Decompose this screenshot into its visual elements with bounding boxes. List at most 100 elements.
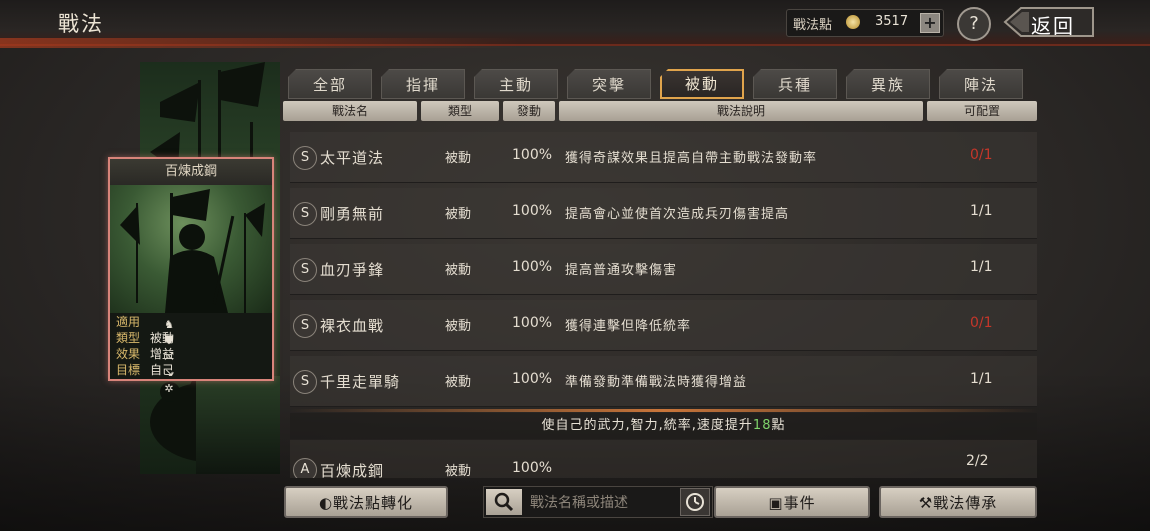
grade-badge: S — [293, 314, 317, 338]
tactic-type: 被動 — [445, 375, 472, 390]
tactic-rate: 100% — [512, 460, 553, 476]
tab-active[interactable]: 主動 — [474, 69, 558, 99]
selected-desc-text: 使自己的武力,智力,統率,速度提升 — [541, 418, 753, 433]
card-key: 目標 — [116, 363, 141, 377]
tactic-count: 1/1 — [970, 203, 993, 219]
tactic-desc: 提高會心並使首次造成兵刃傷害提高 — [565, 207, 790, 222]
tactic-category-tabs: 全部 指揮 主動 突擊 被動 兵種 異族 陣法 — [288, 69, 1038, 99]
tactic-name: 剛勇無前 — [320, 205, 385, 223]
grade-badge: S — [293, 202, 317, 226]
tactic-count: 2/2 — [966, 453, 989, 469]
tactic-rate: 100% — [512, 315, 553, 331]
grade-badge: S — [293, 370, 317, 394]
page-title: 戰法 — [58, 12, 104, 36]
tab-assault[interactable]: 突擊 — [567, 69, 651, 99]
card-row-target: 目標 自己 — [116, 362, 174, 378]
tactic-type: 被動 — [445, 207, 472, 222]
column-header-rate[interactable]: 發動 — [503, 101, 555, 121]
points-value: 3517 — [875, 14, 909, 29]
selected-tactic-card: 百煉成鋼 適用 ♞⛊⤲↘✲ 類型 被動 效果 增益 目標 自己 — [108, 157, 274, 395]
tactic-rate: 100% — [512, 147, 553, 163]
tactic-list: S 太平道法 被動 100% 獲得奇謀效果且提高自帶主動戰法發動率 0/1 S … — [290, 132, 1037, 410]
tactic-rate: 100% — [512, 371, 553, 387]
tab-command[interactable]: 指揮 — [381, 69, 465, 99]
tab-all[interactable]: 全部 — [288, 69, 372, 99]
tactic-row[interactable]: S 千里走單騎 被動 100% 準備發動準備戰法時獲得增益 1/1 — [290, 356, 1037, 407]
search-box — [483, 486, 713, 518]
convert-icon: ◐ — [318, 494, 334, 512]
tactic-desc: 獲得奇謀效果且提高自帶主動戰法發動率 — [565, 151, 818, 166]
tab-troop[interactable]: 兵種 — [753, 69, 837, 99]
history-button[interactable] — [680, 488, 710, 516]
tactic-type: 被動 — [445, 151, 472, 166]
card-row-applies: 適用 ♞⛊⤲↘✲ — [116, 314, 174, 395]
tab-formation[interactable]: 陣法 — [939, 69, 1023, 99]
tactic-type: 被動 — [445, 464, 472, 478]
selected-tactic-row[interactable]: A 百煉成鋼 被動 100% 2/2 — [290, 440, 1037, 478]
column-header-name[interactable]: 戰法名 — [283, 101, 417, 121]
card-row-effect: 效果 增益 — [116, 346, 174, 362]
tactic-desc: 提高普通攻擊傷害 — [565, 263, 678, 278]
wheel-icon: ✲ — [164, 382, 174, 395]
card-info-panel: 適用 ♞⛊⤲↘✲ 類型 被動 效果 增益 目標 自己 — [110, 313, 272, 395]
inherit-tactic-button[interactable]: ⚒戰法傳承 — [879, 486, 1037, 518]
tactic-name: 裸衣血戰 — [320, 317, 385, 335]
tactic-name: 百煉成鋼 — [320, 462, 385, 478]
tactic-name: 千里走單騎 — [320, 373, 401, 391]
convert-label: 戰法點轉化 — [333, 494, 414, 512]
tab-passive[interactable]: 被動 — [660, 69, 744, 99]
banner-bottom-artwork — [196, 376, 280, 474]
top-bar-glow — [0, 38, 520, 48]
tactic-row[interactable]: S 裸衣血戰 被動 100% 獲得連擊但降低統率 0/1 — [290, 300, 1037, 351]
card-key: 效果 — [116, 347, 141, 361]
card-key: 類型 — [116, 331, 141, 345]
coin-icon — [846, 15, 860, 29]
tactic-desc: 獲得連擊但降低統率 — [565, 319, 692, 334]
events-button[interactable]: ▣事件 — [714, 486, 870, 518]
tactic-count: 0/1 — [970, 315, 993, 331]
help-button[interactable]: ? — [957, 7, 991, 41]
bottom-toolbar: ◐戰法點轉化 ▣事件 ⚒戰法傳承 — [0, 478, 1150, 531]
tactic-type: 被動 — [445, 319, 472, 334]
warrior-silhouette-icon — [120, 189, 265, 313]
table-header: 戰法名 類型 發動 戰法說明 可配置 — [283, 101, 1037, 121]
card-value: 增益 — [150, 347, 175, 361]
selection-divider — [290, 409, 1037, 412]
search-button[interactable] — [486, 489, 522, 515]
tactic-count: 1/1 — [970, 371, 993, 387]
selected-desc-number: 18 — [752, 418, 772, 433]
points-label: 戰法點 — [793, 18, 833, 33]
selected-desc-suffix: 點 — [771, 418, 786, 433]
tactic-rate: 100% — [512, 203, 553, 219]
tactic-row[interactable]: S 剛勇無前 被動 100% 提高會心並使首次造成兵刃傷害提高 1/1 — [290, 188, 1037, 239]
column-header-count[interactable]: 可配置 — [927, 101, 1037, 121]
events-icon: ▣ — [768, 494, 784, 512]
back-button[interactable]: 返回 — [1003, 6, 1097, 38]
clock-icon — [686, 493, 704, 511]
tactic-name: 血刃爭鋒 — [320, 261, 385, 279]
card-value: 自己 — [150, 363, 175, 377]
tactic-rate: 100% — [512, 259, 553, 275]
tactic-points-display: 戰法點 3517 + — [786, 9, 944, 37]
card-title: 百煉成鋼 — [110, 159, 272, 185]
tactic-type: 被動 — [445, 263, 472, 278]
tactic-count: 0/1 — [970, 147, 993, 163]
search-icon — [494, 492, 514, 512]
selected-tactic-description: 使自己的武力,智力,統率,速度提升18點 — [290, 413, 1037, 439]
inherit-label: 戰法傳承 — [933, 494, 998, 512]
tactic-row[interactable]: S 血刃爭鋒 被動 100% 提高普通攻擊傷害 1/1 — [290, 244, 1037, 295]
search-input[interactable] — [528, 491, 672, 515]
hammer-icon: ⚒ — [918, 494, 934, 512]
convert-points-button[interactable]: ◐戰法點轉化 — [284, 486, 448, 518]
column-header-desc: 戰法說明 — [559, 101, 923, 121]
tactic-count: 1/1 — [970, 259, 993, 275]
tab-foreign[interactable]: 異族 — [846, 69, 930, 99]
grade-badge: S — [293, 258, 317, 282]
grade-badge: A — [293, 458, 317, 478]
card-key: 適用 — [116, 315, 141, 329]
events-label: 事件 — [783, 494, 816, 512]
column-header-type[interactable]: 類型 — [421, 101, 499, 121]
add-points-button[interactable]: + — [920, 13, 940, 33]
grade-badge: S — [293, 146, 317, 170]
tactic-row[interactable]: S 太平道法 被動 100% 獲得奇謀效果且提高自帶主動戰法發動率 0/1 — [290, 132, 1037, 183]
